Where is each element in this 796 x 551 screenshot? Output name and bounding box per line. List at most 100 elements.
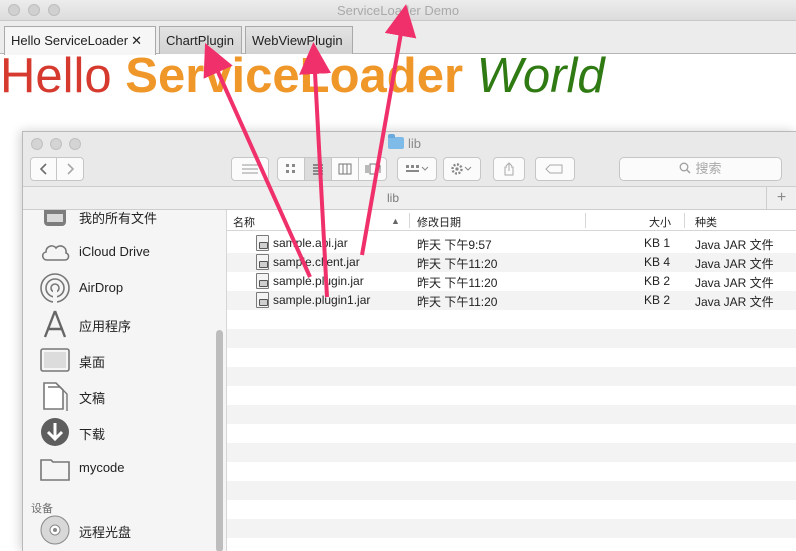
empty-row [227, 424, 796, 443]
file-kind: Java JAR 文件 [695, 276, 774, 290]
file-size: 1 KB [643, 236, 670, 250]
file-size: 2 KB [643, 293, 670, 307]
empty-row [227, 519, 796, 538]
sidebar-item-label: mycode [79, 460, 125, 475]
empty-row [227, 462, 796, 481]
file-date: 昨天 下午9:57 [417, 238, 492, 252]
empty-row [227, 500, 796, 519]
sidebar-item-label: 远程光盘 [79, 525, 132, 540]
tab-label: Hello ServiceLoader [11, 33, 129, 48]
file-date: 昨天 下午11:20 [417, 276, 498, 290]
file-kind: Java JAR 文件 [695, 257, 774, 271]
table-row[interactable]: sample.plugin1.jar 昨天 下午11:20 2 KB Java JAR… [227, 291, 796, 310]
gear-icon[interactable] [443, 157, 481, 181]
empty-row [227, 405, 796, 424]
sort-ascending-icon: ▲ [391, 216, 400, 226]
sidebar-item-desktop[interactable]: 桌面 [39, 344, 219, 378]
table-row[interactable]: sample.plugin.jar 昨天 下午11:20 2 KB Java JAR … [227, 272, 796, 291]
applications-icon [43, 310, 67, 338]
empty-row [227, 367, 796, 386]
file-name: sample.plugin1.jar [273, 293, 371, 307]
sidebar-item-downloads[interactable]: 下载 [39, 416, 219, 450]
sidebar-item-applications[interactable]: 应用程序 [39, 308, 219, 342]
sidebar-item-label: AirDrop [79, 280, 124, 295]
hello-heading: Hello ServiceLoader World [0, 48, 605, 104]
close-tab-icon[interactable]: ✕ [131, 33, 142, 48]
tab-label: ChartPlugin [166, 33, 234, 48]
window-title: ServiceLoader Demo [336, 3, 460, 18]
airdrop-icon [40, 273, 70, 304]
file-kind: Java JAR 文件 [695, 295, 774, 309]
forward-icon[interactable] [57, 158, 83, 180]
jar-file-icon [256, 292, 269, 308]
sidebar-item-label: iCloud Drive [79, 244, 150, 259]
column-view-icon[interactable] [332, 158, 359, 180]
finder-window: lib 搜索 lib + 我的所有文件 iCloud Drive AirDrop… [22, 131, 796, 551]
finder-zoom-button[interactable] [69, 138, 81, 150]
cloud-icon [41, 245, 70, 261]
sidebar-item-icloud-drive[interactable]: iCloud Drive [39, 236, 219, 270]
all-files-icon [44, 210, 66, 226]
arrange-icon[interactable] [397, 157, 437, 181]
share-icon[interactable] [493, 157, 525, 181]
jar-file-icon [256, 273, 269, 289]
empty-row [227, 310, 796, 329]
sidebar-item-remote-disc[interactable]: 远程光盘 [39, 514, 219, 548]
tab-label: WebViewPlugin [252, 33, 343, 48]
back-forward-control [30, 157, 84, 181]
file-name: sample.api.jar [273, 236, 348, 250]
file-size: 4 KB [643, 255, 670, 269]
file-date: 昨天 下午11:20 [417, 257, 498, 271]
table-row[interactable]: sample.api.jar 昨天 下午9:57 1 KB Java JAR 文件 [227, 234, 796, 253]
finder-title: lib [388, 134, 421, 151]
finder-sidebar: 我的所有文件 iCloud Drive AirDrop 应用程序 桌面 文稿 下… [23, 210, 227, 551]
finder-minimize-button[interactable] [50, 138, 62, 150]
desktop-icon [40, 348, 70, 372]
sidebar-item-airdrop[interactable]: AirDrop [39, 272, 219, 306]
column-header: 名称 ▲ 修改日期 大小 种类 [227, 210, 796, 231]
search-placeholder: 搜索 [695, 161, 722, 176]
tag-icon[interactable] [535, 157, 575, 181]
icon-view-icon[interactable] [278, 158, 305, 180]
sidebar-item-documents[interactable]: 文稿 [39, 380, 219, 414]
empty-row [227, 329, 796, 348]
folder-icon [40, 459, 70, 481]
coverflow-view-icon[interactable] [359, 158, 386, 180]
path-bar: lib + [23, 186, 796, 210]
sidebar-item-mycode[interactable]: mycode [39, 452, 219, 486]
documents-icon [43, 382, 68, 411]
empty-row [227, 443, 796, 462]
sidebar-item-label: 下载 [79, 427, 106, 442]
list-options-icon[interactable] [231, 157, 269, 181]
empty-row [227, 348, 796, 367]
file-list: 名称 ▲ 修改日期 大小 种类 sample.api.jar 昨天 下午9:57 1… [227, 210, 796, 551]
search-input[interactable]: 搜索 [619, 157, 782, 181]
file-size: 2 KB [643, 274, 670, 288]
column-kind[interactable]: 种类 [695, 214, 717, 230]
finder-close-button[interactable] [31, 138, 43, 150]
download-icon [41, 418, 69, 446]
jar-file-icon [256, 254, 269, 270]
search-icon [680, 162, 692, 174]
sidebar-item-label: 桌面 [79, 355, 106, 370]
file-name: sample.client.jar [273, 255, 360, 269]
sidebar-item-label: 我的所有文件 [79, 211, 158, 226]
table-row[interactable]: sample.client.jar 昨天 下午11:20 4 KB Java JAR … [227, 253, 796, 272]
back-icon[interactable] [31, 158, 57, 180]
folder-icon [388, 134, 404, 149]
column-date[interactable]: 修改日期 [417, 214, 461, 230]
window-titlebar: ServiceLoader Demo [0, 0, 796, 21]
sidebar-item-all-files[interactable]: 我的所有文件 [39, 210, 219, 234]
sidebar-scrollbar[interactable] [216, 330, 223, 551]
finder-titlebar: lib [23, 132, 796, 154]
column-size[interactable]: 大小 [649, 214, 671, 230]
file-date: 昨天 下午11:20 [417, 295, 498, 309]
sidebar-item-label: 应用程序 [79, 319, 132, 334]
list-view-icon[interactable] [305, 158, 332, 180]
sidebar-item-label: 文稿 [79, 391, 106, 406]
new-tab-button[interactable]: + [766, 187, 796, 209]
column-name[interactable]: 名称 [233, 214, 255, 230]
column-divider [684, 213, 685, 228]
hello-word: Hello [0, 49, 112, 103]
serviceloader-word: ServiceLoader [125, 49, 464, 103]
